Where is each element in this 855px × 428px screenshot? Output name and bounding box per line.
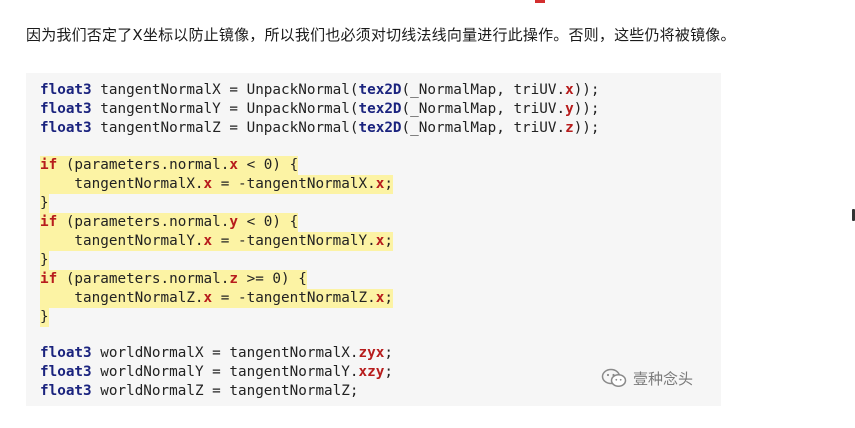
code-token: tangentNormalZ. <box>40 290 204 306</box>
code-token: tangentNormalX = UnpackNormal( <box>91 82 359 98</box>
code-line: float3 tangentNormalY = UnpackNormal(tex… <box>40 100 600 119</box>
code-token: ; <box>384 290 393 306</box>
code-token: y <box>565 101 574 117</box>
code-line: } <box>40 308 49 327</box>
code-token: )); <box>573 82 600 98</box>
code-token: < 0) { <box>237 214 299 230</box>
code-token: worldNormalZ = tangentNormalZ; <box>91 383 359 399</box>
code-token: float3 <box>40 82 92 98</box>
code-token: float3 <box>40 383 92 399</box>
watermark-text: 壹种念头 <box>633 369 694 388</box>
code-token: x <box>229 157 238 173</box>
code-line: tangentNormalZ.x = -tangentNormalZ.x; <box>40 289 393 308</box>
code-token: = -tangentNormalY. <box>212 233 376 249</box>
code-token: x <box>203 290 213 306</box>
code-line: tangentNormalY.x = -tangentNormalY.x; <box>40 232 393 251</box>
code-token: )); <box>573 101 600 117</box>
code-line: if (parameters.normal.z >= 0) { <box>40 270 307 289</box>
code-token: < 0) { <box>237 157 299 173</box>
code-token: if <box>40 214 58 230</box>
code-line: } <box>40 194 49 213</box>
code-token: x <box>203 176 213 192</box>
code-token: y <box>229 214 238 230</box>
code-token: (parameters.normal. <box>57 214 230 230</box>
code-line: float3 worldNormalX = tangentNormalX.zyx… <box>40 344 393 363</box>
code-line: float3 tangentNormalX = UnpackNormal(tex… <box>40 81 600 100</box>
code-token: = -tangentNormalZ. <box>212 290 376 306</box>
code-line: if (parameters.normal.y < 0) { <box>40 213 299 232</box>
article-paragraph: 因为我们否定了X坐标以防止镜像，所以我们也必须对切线法线向量进行此操作。否则，这… <box>26 26 736 44</box>
code-line: float3 worldNormalY = tangentNormalY.xzy… <box>40 363 393 382</box>
code-token: (parameters.normal. <box>57 157 230 173</box>
code-line: tangentNormalX.x = -tangentNormalX.x; <box>40 175 393 194</box>
code-token: worldNormalX = tangentNormalX. <box>91 345 359 361</box>
code-line: } <box>40 251 49 270</box>
code-token: ; <box>384 364 393 380</box>
code-token: if <box>40 157 58 173</box>
code-token: ; <box>384 176 393 192</box>
code-token: z <box>229 271 238 287</box>
code-token: } <box>40 252 49 268</box>
code-token: tex2D <box>358 101 402 117</box>
code-token: if <box>40 271 58 287</box>
code-token: float3 <box>40 120 92 136</box>
code-token: (_NormalMap, triUV. <box>401 101 566 117</box>
top-accent-mark <box>535 0 545 3</box>
code-block: float3 tangentNormalX = UnpackNormal(tex… <box>26 73 721 406</box>
code-token: xzy <box>358 364 385 380</box>
code-line: float3 tangentNormalZ = UnpackNormal(tex… <box>40 119 600 138</box>
code-token: x <box>203 233 213 249</box>
code-token: } <box>40 195 49 211</box>
code-token: x <box>565 82 574 98</box>
code-line: if (parameters.normal.x < 0) { <box>40 156 299 175</box>
code-token: )); <box>573 120 600 136</box>
code-token: tangentNormalZ = UnpackNormal( <box>91 120 359 136</box>
code-line: float3 worldNormalZ = tangentNormalZ; <box>40 382 359 401</box>
code-token: tex2D <box>358 82 402 98</box>
code-token: float3 <box>40 101 92 117</box>
code-token: ; <box>384 345 393 361</box>
code-token: } <box>40 309 49 325</box>
code-token: (parameters.normal. <box>57 271 230 287</box>
code-token: (_NormalMap, triUV. <box>401 82 566 98</box>
watermark: 壹种念头 <box>601 367 693 389</box>
code-token: (_NormalMap, triUV. <box>401 120 566 136</box>
code-token: zyx <box>358 345 385 361</box>
code-token: z <box>565 120 574 136</box>
code-token: tangentNormalX. <box>40 176 204 192</box>
code-token: tangentNormalY = UnpackNormal( <box>91 101 359 117</box>
code-token: tex2D <box>358 120 402 136</box>
code-token: = -tangentNormalX. <box>212 176 376 192</box>
code-token: worldNormalY = tangentNormalY. <box>91 364 359 380</box>
code-token: float3 <box>40 345 92 361</box>
wechat-icon <box>601 368 627 388</box>
code-token: tangentNormalY. <box>40 233 204 249</box>
code-token: ; <box>384 233 393 249</box>
code-token: float3 <box>40 364 92 380</box>
code-token: >= 0) { <box>237 271 307 287</box>
